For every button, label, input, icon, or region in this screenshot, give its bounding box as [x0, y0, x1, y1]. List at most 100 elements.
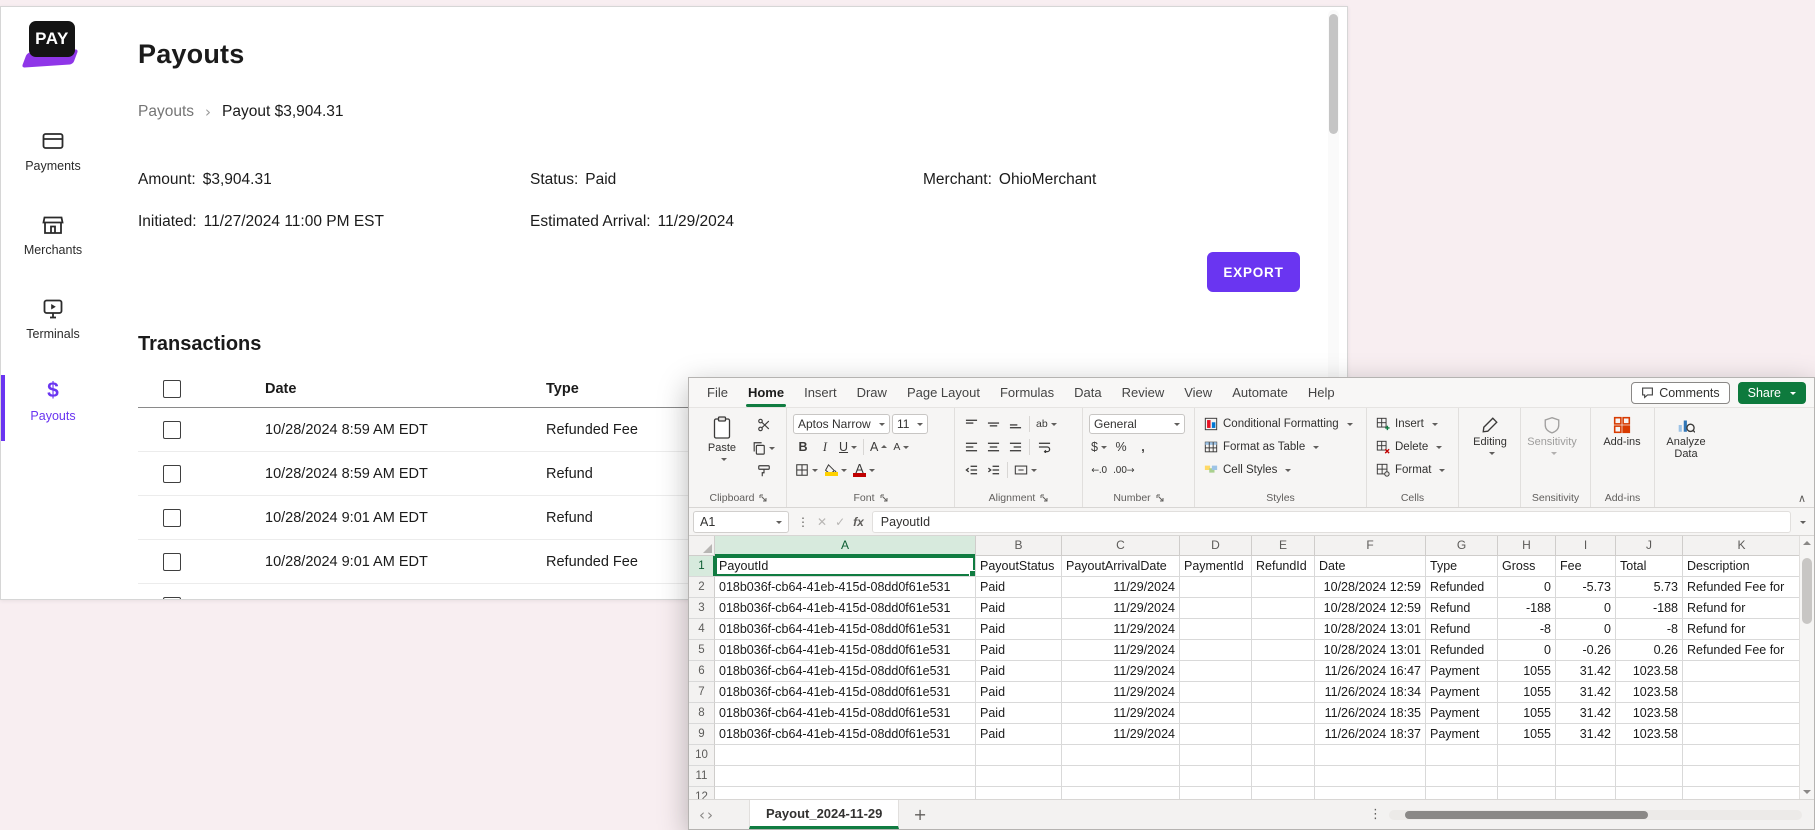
cell[interactable]: PayoutStatus — [976, 556, 1062, 577]
cell[interactable] — [1180, 745, 1252, 766]
column-header-C[interactable]: C — [1062, 536, 1180, 556]
collapse-ribbon-button[interactable]: ∧ — [1798, 492, 1806, 505]
ribbon-tab[interactable]: Automate — [1222, 378, 1298, 407]
column-header-I[interactable]: I — [1556, 536, 1616, 556]
row-number[interactable]: 6 — [689, 661, 715, 682]
name-box[interactable]: A1 — [693, 510, 789, 533]
cell[interactable]: 11/29/2024 — [1062, 724, 1180, 745]
cell[interactable]: Refund for — [1683, 598, 1801, 619]
cell[interactable] — [1180, 703, 1252, 724]
cell[interactable]: 11/26/2024 18:35 — [1315, 703, 1426, 724]
formula-input[interactable]: PayoutId — [871, 510, 1791, 533]
sidebar-item-merchants[interactable]: Merchants — [1, 213, 105, 275]
sidebar-item-payouts[interactable]: $ Payouts — [1, 375, 105, 441]
row-number[interactable]: 3 — [689, 598, 715, 619]
cell[interactable]: 1023.58 — [1616, 703, 1683, 724]
cell[interactable]: 1023.58 — [1616, 661, 1683, 682]
cell[interactable] — [1498, 766, 1556, 787]
row-checkbox[interactable] — [163, 552, 181, 571]
cell[interactable] — [1498, 787, 1556, 799]
column-header-A[interactable]: A — [715, 536, 976, 556]
sheet-horizontal-scrollbar[interactable] — [1389, 810, 1802, 820]
align-bottom-button[interactable] — [1005, 414, 1025, 434]
sidebar-item-terminals[interactable]: Terminals — [1, 297, 105, 359]
cell[interactable]: 0 — [1498, 640, 1556, 661]
row-number[interactable]: 7 — [689, 682, 715, 703]
cell[interactable]: Refunded Fee for — [1683, 577, 1801, 598]
cell[interactable]: -0.26 — [1556, 640, 1616, 661]
ribbon-tab[interactable]: View — [1174, 378, 1222, 407]
cell[interactable] — [1556, 745, 1616, 766]
cell[interactable]: Paid — [976, 640, 1062, 661]
cell[interactable] — [976, 766, 1062, 787]
cell[interactable]: 1055 — [1498, 703, 1556, 724]
cell[interactable] — [1683, 766, 1801, 787]
cell[interactable] — [715, 787, 976, 799]
cell[interactable] — [1180, 577, 1252, 598]
format-as-table-button[interactable]: Format as Table — [1201, 436, 1360, 458]
ribbon-tab[interactable]: Help — [1298, 378, 1345, 407]
expand-formula-bar-icon[interactable] — [1800, 520, 1806, 527]
clipboard-dialog-launcher[interactable] — [759, 494, 767, 502]
scrollbar-splitter-icon[interactable]: ⋮ — [1369, 807, 1382, 822]
font-size-select[interactable]: 11 — [892, 414, 928, 434]
italic-button[interactable]: I — [815, 437, 835, 457]
cell[interactable]: Payment — [1426, 703, 1498, 724]
cell[interactable] — [1315, 745, 1426, 766]
cell[interactable] — [1616, 787, 1683, 799]
cell[interactable]: -5.73 — [1556, 577, 1616, 598]
cell[interactable] — [1252, 682, 1315, 703]
cell[interactable] — [1180, 661, 1252, 682]
ribbon-tab[interactable]: Page Layout — [897, 378, 990, 407]
cell[interactable]: 1055 — [1498, 682, 1556, 703]
cell[interactable]: 018b036f-cb64-41eb-415d-08dd0f61e531 — [715, 661, 976, 682]
row-number[interactable]: 8 — [689, 703, 715, 724]
number-dialog-launcher[interactable] — [1156, 494, 1164, 502]
cell[interactable] — [1426, 766, 1498, 787]
comma-style-button[interactable]: , — [1133, 437, 1153, 457]
font-name-select[interactable]: Aptos Narrow — [793, 414, 890, 434]
cell[interactable] — [1683, 787, 1801, 799]
cell[interactable]: 11/29/2024 — [1062, 598, 1180, 619]
cell[interactable]: 11/26/2024 18:37 — [1315, 724, 1426, 745]
cell[interactable]: Total — [1616, 556, 1683, 577]
cell[interactable]: 31.42 — [1556, 661, 1616, 682]
cell[interactable] — [1252, 787, 1315, 799]
cell[interactable] — [1683, 682, 1801, 703]
wrap-text-button[interactable] — [1034, 437, 1054, 457]
cell[interactable] — [1180, 766, 1252, 787]
underline-button[interactable]: U — [837, 437, 859, 457]
cell[interactable] — [1252, 598, 1315, 619]
cell[interactable] — [1180, 724, 1252, 745]
ribbon-tab[interactable]: Draw — [847, 378, 897, 407]
merge-center-button[interactable] — [1012, 460, 1039, 480]
cell[interactable] — [1180, 682, 1252, 703]
ribbon-tab[interactable]: Review — [1112, 378, 1175, 407]
cell[interactable]: 1023.58 — [1616, 682, 1683, 703]
cell[interactable] — [1426, 787, 1498, 799]
cell[interactable]: -8 — [1498, 619, 1556, 640]
cell[interactable]: 10/28/2024 13:01 — [1315, 640, 1426, 661]
cell[interactable]: 31.42 — [1556, 703, 1616, 724]
cell[interactable]: RefundId — [1252, 556, 1315, 577]
cell[interactable] — [1180, 787, 1252, 799]
cell[interactable]: -188 — [1498, 598, 1556, 619]
column-header-J[interactable]: J — [1616, 536, 1683, 556]
fill-color-button[interactable] — [822, 460, 849, 480]
row-number[interactable]: 12 — [689, 787, 715, 799]
format-painter-button[interactable] — [750, 461, 777, 481]
cell[interactable]: 11/29/2024 — [1062, 619, 1180, 640]
increase-indent-button[interactable] — [983, 460, 1003, 480]
addins-button[interactable]: Add-ins — [1597, 413, 1647, 448]
select-all-corner[interactable] — [689, 536, 715, 556]
cell[interactable]: 018b036f-cb64-41eb-415d-08dd0f61e531 — [715, 724, 976, 745]
cell[interactable]: 018b036f-cb64-41eb-415d-08dd0f61e531 — [715, 577, 976, 598]
cell[interactable]: Paid — [976, 682, 1062, 703]
row-number[interactable]: 5 — [689, 640, 715, 661]
cell[interactable] — [1180, 598, 1252, 619]
cell[interactable]: 10/28/2024 13:01 — [1315, 619, 1426, 640]
cell[interactable]: 1055 — [1498, 724, 1556, 745]
cell[interactable]: 018b036f-cb64-41eb-415d-08dd0f61e531 — [715, 598, 976, 619]
cell[interactable] — [1683, 703, 1801, 724]
cell[interactable]: 10/28/2024 12:59 — [1315, 598, 1426, 619]
